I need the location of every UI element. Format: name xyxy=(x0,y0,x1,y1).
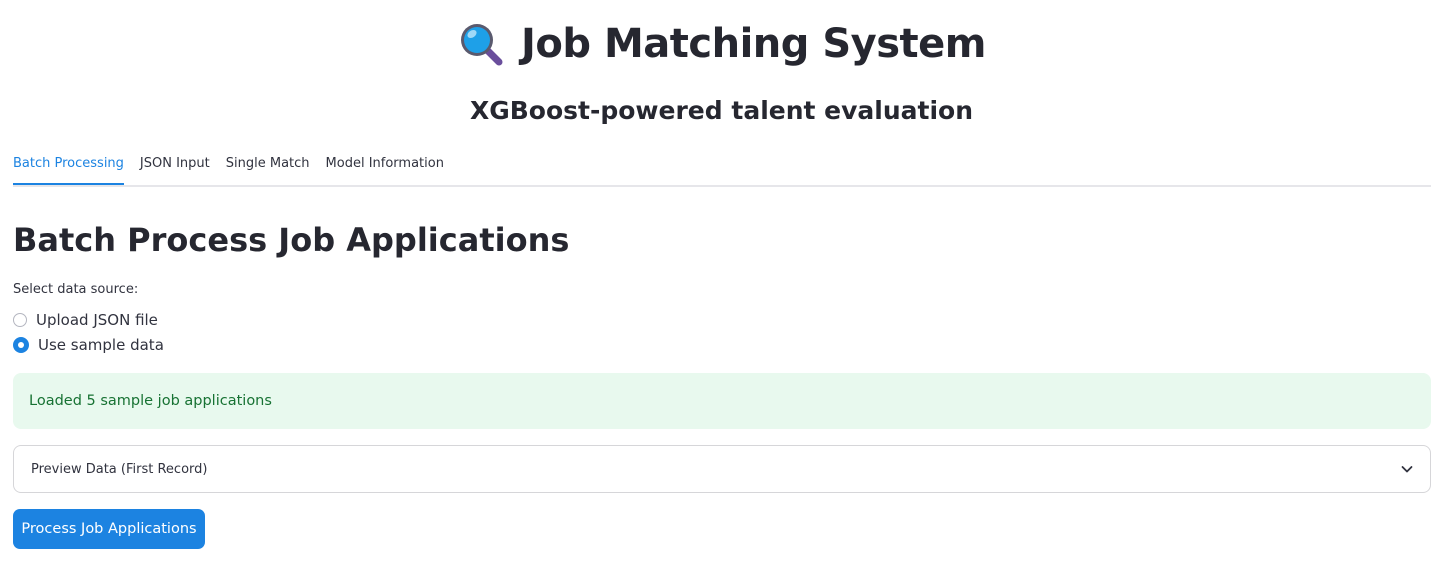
page-title: Job Matching System xyxy=(521,21,986,67)
radio-button-selected[interactable] xyxy=(13,337,29,353)
success-alert: Loaded 5 sample job applications xyxy=(13,373,1431,429)
data-source-label: Select data source: xyxy=(13,282,139,297)
app-root: Job Matching System XGBoost-powered tale… xyxy=(0,0,1443,572)
tab-bar: Batch Processing JSON Input Single Match… xyxy=(13,150,1431,187)
radio-label-use-sample-data: Use sample data xyxy=(38,336,164,354)
success-message: Loaded 5 sample job applications xyxy=(29,393,272,409)
section-title: Batch Process Job Applications xyxy=(13,221,570,259)
page-subtitle: XGBoost-powered talent evaluation xyxy=(469,96,974,125)
tab-model-information[interactable]: Model Information xyxy=(326,150,444,183)
tab-single-match[interactable]: Single Match xyxy=(226,150,310,183)
radio-use-sample-data[interactable]: Use sample data xyxy=(13,335,164,355)
tab-json-input[interactable]: JSON Input xyxy=(140,150,210,183)
radio-label-upload-json: Upload JSON file xyxy=(36,311,158,329)
page-header: Job Matching System xyxy=(0,18,1443,70)
radio-upload-json[interactable]: Upload JSON file xyxy=(13,310,158,330)
process-job-applications-button[interactable]: Process Job Applications xyxy=(13,509,205,549)
magnifying-glass-icon xyxy=(461,24,503,66)
chevron-down-icon[interactable] xyxy=(1400,462,1414,476)
radio-button-unselected[interactable] xyxy=(13,313,27,327)
expander-label: Preview Data (First Record) xyxy=(31,461,208,477)
preview-data-expander[interactable]: Preview Data (First Record) xyxy=(13,445,1431,493)
tab-batch-processing[interactable]: Batch Processing xyxy=(13,150,124,185)
